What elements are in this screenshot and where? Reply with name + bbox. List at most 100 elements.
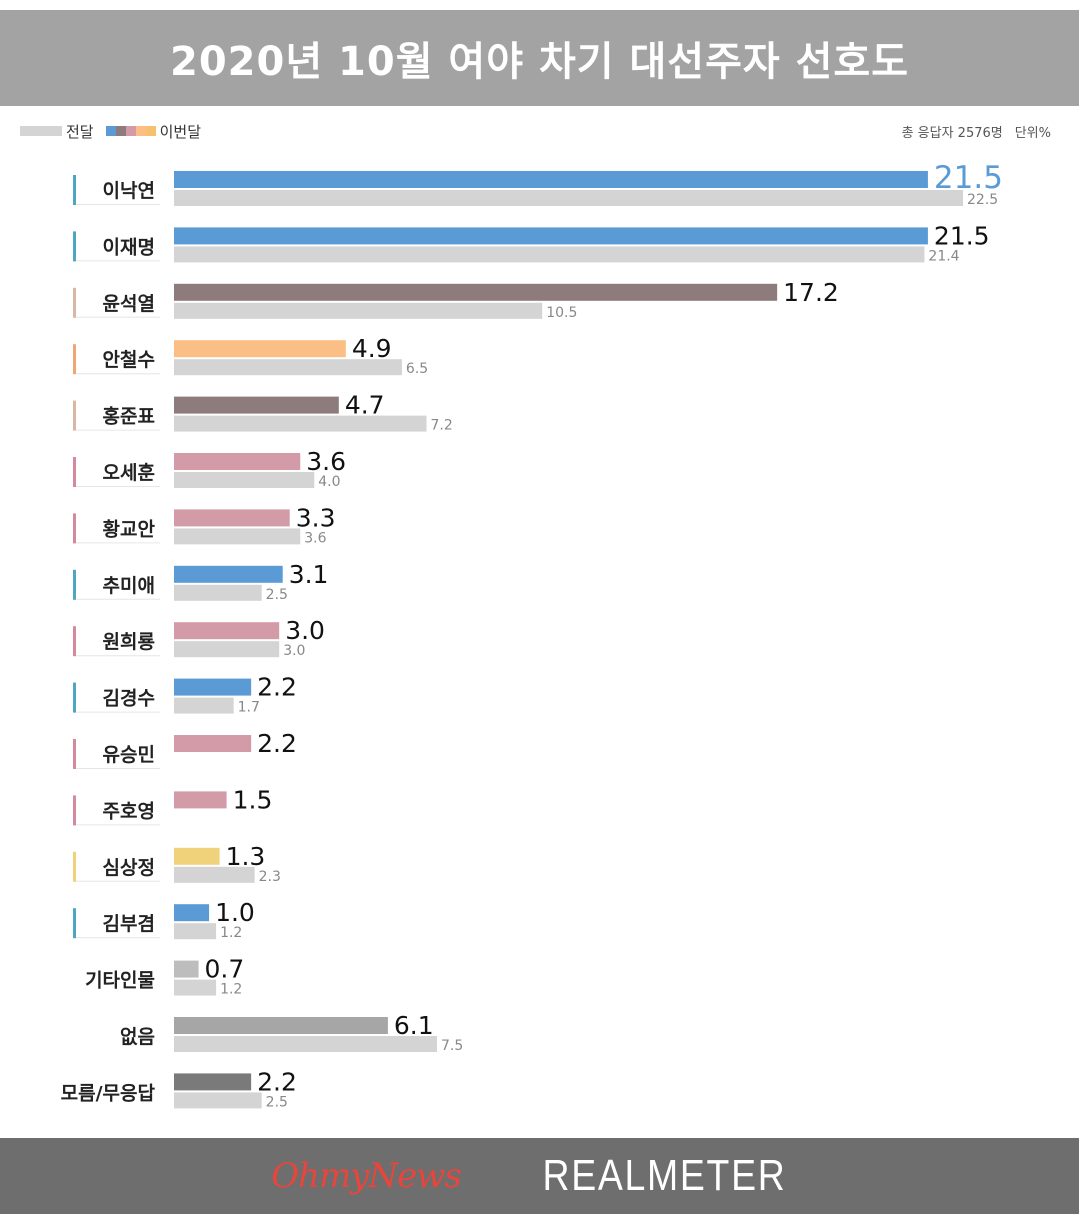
category-label: 이낙연 [103,180,155,202]
category-marker [73,513,76,544]
bar-previous [174,190,963,206]
bar-current [174,622,280,640]
bar-current-value-label: 4.7 [345,391,385,420]
bar-previous [174,641,280,658]
category-label: 주호영 [103,800,155,822]
bar-previous [174,302,543,319]
bar-current [174,904,210,922]
respondents-label: 총 응답자 2576명 [901,125,1003,141]
realmeter-logo: REALMETER [542,1151,787,1200]
category-marker [73,682,76,713]
bar-previous [174,866,255,883]
category-label: 김부겸 [103,913,155,935]
bar-current [174,678,252,696]
bar-current-value-label: 2.2 [257,729,297,758]
bar-previous-value-label: 1.2 [220,982,242,998]
category-label: 기타인물 [85,970,155,992]
bar-previous [174,697,234,714]
bar-current-value-label: 4.9 [352,334,392,363]
bar-current [174,735,252,752]
bar-current-value-label: 2.2 [257,673,297,702]
bar-previous-value-label: 7.5 [441,1038,463,1054]
category-marker [73,739,76,769]
unit-label: 단위% [1014,125,1051,141]
chart-title: 2020년 10월 여야 차기 대선주자 선호도 [169,39,910,85]
legend-previous-label: 전달 [66,122,94,141]
category-label: 윤석열 [103,293,155,315]
bar-current [174,453,301,470]
category-marker [73,400,76,431]
category-label: 유승민 [103,744,155,766]
bar-current-value-label: 17.2 [783,278,839,307]
bar-current [174,340,346,358]
legend-current-swatch-segment [125,126,136,136]
bar-previous-value-label: 2.5 [266,587,288,603]
bar-current-value-label: 6.1 [394,1011,434,1040]
title-bar: 2020년 10월 여야 차기 대선주자 선호도 [0,10,1079,106]
category-marker [73,626,76,657]
bar-current-value-label: 2.2 [257,1067,297,1096]
category-label: 없음 [120,1026,155,1048]
legend: 전달 이번달 [20,120,201,142]
bar-current-value-label: 3.1 [289,560,329,589]
bar-current [174,847,220,865]
bar-previous [174,1036,437,1052]
category-label: 김경수 [103,688,155,710]
bar-previous [174,472,315,488]
legend-previous-swatch [20,126,62,136]
category-marker [73,908,76,939]
legend-current-swatch-segment [145,126,156,136]
bar-previous [174,1092,262,1109]
category-label: 황교안 [103,517,156,540]
bar-current [174,396,339,414]
category-label: 심상정 [103,857,155,879]
bar-previous-value-label: 22.5 [967,192,998,208]
category-label: 추미애 [103,575,155,597]
category-label: 홍준표 [103,405,155,428]
ohmynews-logo: OhmyNews [271,1156,462,1196]
bar-current [174,565,283,583]
bar-current-value-label: 3.6 [306,447,346,476]
category-marker [73,569,76,600]
legend-current-swatch-segment [105,126,116,136]
category-marker [73,344,76,375]
bar-current-value-label: 0.7 [205,955,245,984]
category-marker [73,851,76,882]
bar-previous-value-label: 21.4 [928,248,959,264]
bar-previous [174,923,217,940]
bar-previous [174,246,925,263]
bar-previous [174,359,402,376]
bar-current-value-label: 3.3 [296,503,336,532]
bar-previous-value-label: 4.0 [318,474,340,490]
bar-previous-value-label: 3.6 [304,530,326,546]
bar-previous-value-label: 2.3 [259,869,281,885]
footer: OhmyNews REALMETER [0,1138,1079,1214]
bar-current-value-label: 1.5 [233,785,273,814]
bar-previous [174,979,217,996]
category-marker [73,175,76,205]
legend-current-swatch-segment [135,126,146,136]
bar-previous-value-label: 1.2 [220,925,242,941]
category-marker [73,457,76,487]
bar-previous-value-label: 2.5 [266,1094,288,1110]
bar-chart: 이낙연 21.522.5이재명 21.521.4윤석열 17.210.5안철수 4.96… [61,160,1003,1110]
bar-current [174,1017,388,1034]
bar-previous-value-label: 3.0 [283,643,305,659]
bar-previous-value-label: 6.5 [406,361,428,377]
category-label: 이재명 [103,236,155,258]
category-label: 원희룡 [103,631,155,653]
bar-previous-value-label: 10.5 [546,305,577,321]
bar-previous [174,415,427,432]
category-label: 오세훈 [103,461,155,484]
bar-previous [174,584,262,601]
category-marker [73,231,76,262]
bar-current-value-label: 1.0 [215,898,255,927]
bar-current-value-label: 21.5 [934,221,990,250]
bar-current [174,227,928,245]
legend-current-swatch-segment [115,126,126,136]
legend-current-label: 이번달 [159,122,202,141]
bar-current [174,791,227,809]
bar-current-value-label: 3.0 [285,616,325,645]
bar-current [174,509,290,527]
bar-previous [174,528,301,545]
